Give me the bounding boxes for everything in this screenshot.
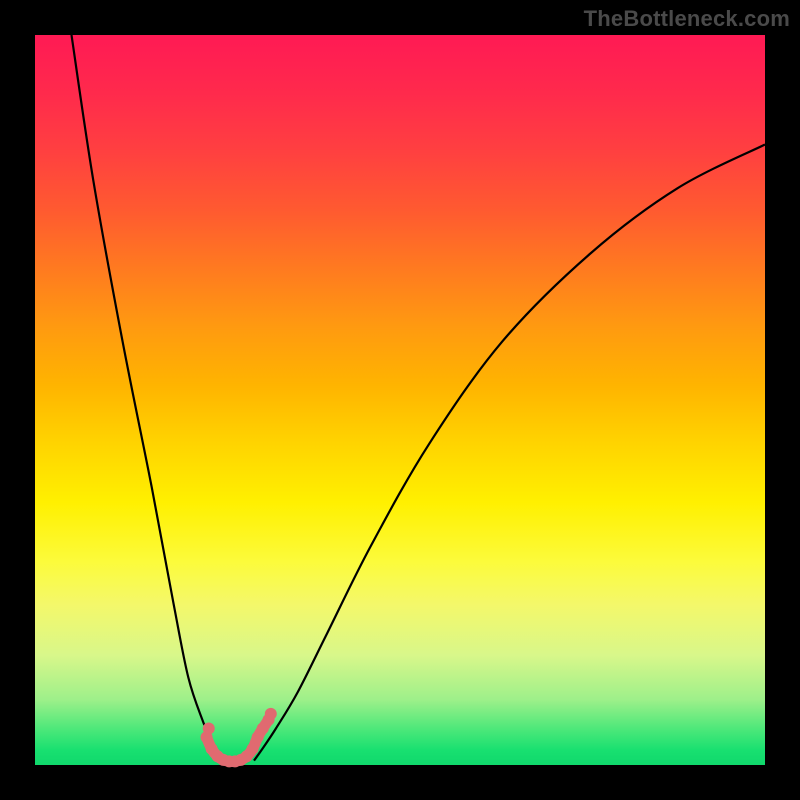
dip-point (247, 743, 259, 755)
dip-point (203, 723, 215, 735)
dip-point (265, 708, 277, 720)
chart-frame: TheBottleneck.com (0, 0, 800, 800)
chart-svg (35, 35, 765, 765)
curve-right-branch (254, 145, 765, 761)
watermark-text: TheBottleneck.com (584, 6, 790, 32)
dip-marker-group (201, 708, 277, 767)
curve-left-branch (72, 35, 225, 761)
